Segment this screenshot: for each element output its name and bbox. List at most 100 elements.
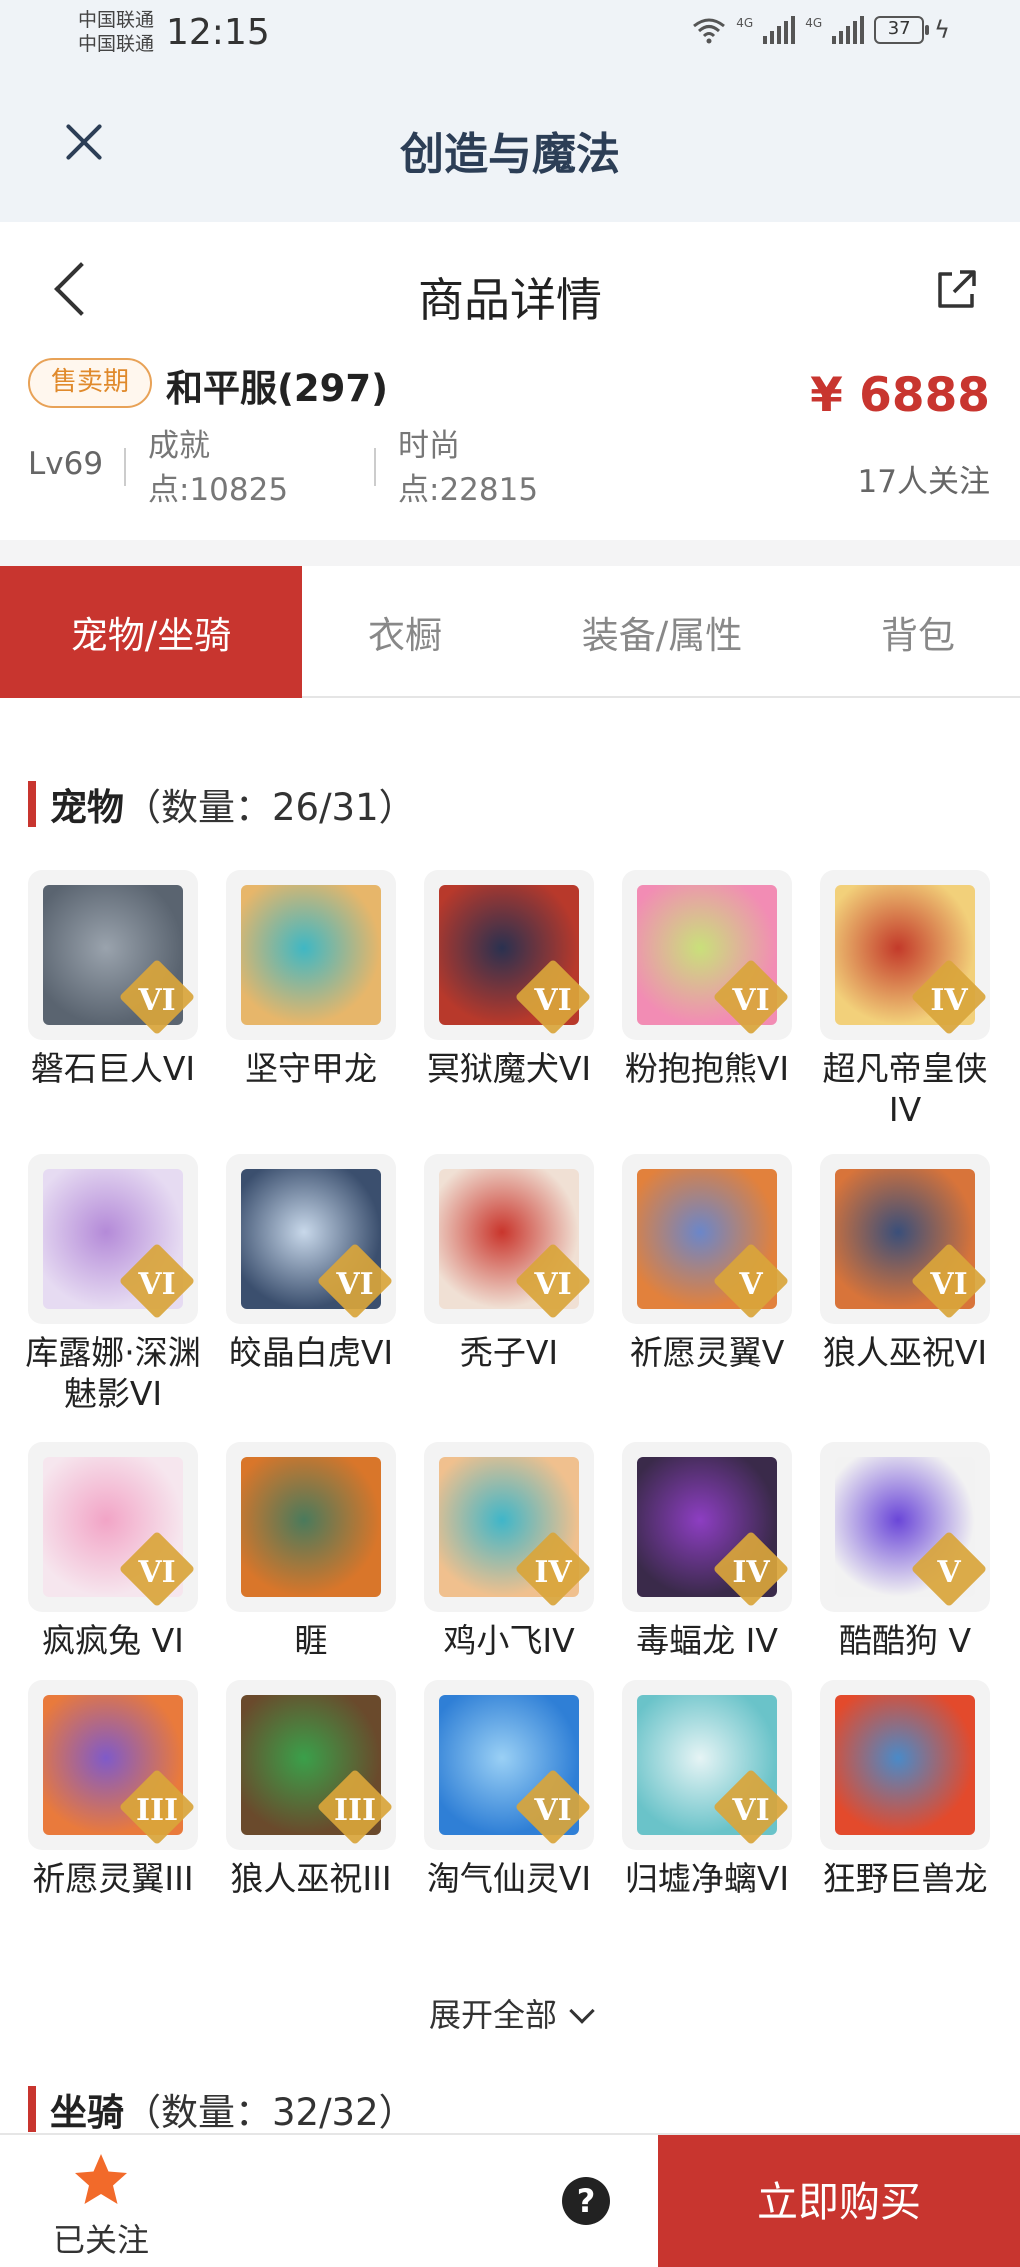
tab-backpack[interactable]: 背包 <box>816 566 1020 698</box>
pet-card[interactable]: V 祈愿灵翼V <box>622 1154 792 1373</box>
pet-name: 祈愿灵翼III <box>32 1859 194 1898</box>
divider <box>374 448 376 486</box>
pet-card[interactable]: IV 超凡帝皇侠IV <box>820 870 990 1130</box>
pet-image: VI <box>622 870 792 1040</box>
pet-image: IV <box>622 1442 792 1612</box>
fashion-label: 时尚 <box>398 428 460 464</box>
charging-icon: ϟ <box>934 16 950 44</box>
pet-image <box>226 870 396 1040</box>
status-badge: 售卖期 <box>28 358 152 408</box>
pet-name: 淘气仙灵VI <box>426 1859 592 1898</box>
pet-art <box>241 885 381 1025</box>
product-info: 售卖期 和平服(297) ¥ 6888 Lv69 成就 点:10825 时尚 点… <box>0 352 1020 540</box>
price: ¥ 6888 <box>810 368 990 423</box>
favorite-label: 已关注 <box>52 2221 149 2259</box>
pet-image: VI <box>28 870 198 1040</box>
pet-image: VI <box>424 1154 594 1324</box>
pet-image <box>820 1680 990 1850</box>
achievement-value: 点:10825 <box>148 472 289 508</box>
pet-name: 磐石巨人VI <box>30 1049 196 1088</box>
section-accent-bar <box>28 2086 36 2132</box>
carrier-info: 中国联通 中国联通 <box>78 8 154 56</box>
section-count: （数量：32/32） <box>124 2091 416 2134</box>
grade-label: IV <box>930 983 968 1018</box>
grade-label: VI <box>930 1267 968 1302</box>
status-icons: 4G 4G 37 ϟ <box>692 16 950 44</box>
pet-card[interactable]: VI 淘气仙灵VI <box>424 1680 594 1899</box>
section-count: （数量：26/31） <box>124 786 416 829</box>
pet-card[interactable]: V 酷酷狗 V <box>820 1442 990 1661</box>
section-divider <box>0 540 1020 566</box>
pet-card[interactable]: IV 毒蝠龙 IV <box>622 1442 792 1661</box>
bottom-bar: 已关注 ? 立即购买 <box>0 2133 1020 2267</box>
favorite-button[interactable]: 已关注 <box>42 2151 160 2261</box>
pet-name: 酷酷狗 V <box>838 1621 972 1660</box>
pet-card[interactable]: VI 磐石巨人VI <box>28 870 198 1089</box>
grade-label: VI <box>138 1555 176 1590</box>
tab-equipment[interactable]: 装备/属性 <box>508 566 816 698</box>
pet-image: VI <box>622 1680 792 1850</box>
pet-image: VI <box>820 1154 990 1324</box>
pet-card[interactable]: VI 狼人巫祝VI <box>820 1154 990 1373</box>
pet-card[interactable]: VI 库露娜·深渊魅影VI <box>25 1154 201 1414</box>
signal-icon-2 <box>832 16 865 44</box>
buy-now-button[interactable]: 立即购买 <box>658 2135 1020 2267</box>
pet-name: 鸡小飞IV <box>443 1621 575 1660</box>
pet-card[interactable]: 睚 <box>226 1442 396 1661</box>
star-icon <box>75 2154 127 2204</box>
pet-card[interactable]: IV 鸡小飞IV <box>424 1442 594 1661</box>
pet-card[interactable]: 狂野巨兽龙 <box>820 1680 990 1899</box>
grade-label: III <box>333 1793 377 1828</box>
pet-card[interactable]: III 祈愿灵翼III <box>28 1680 198 1899</box>
network-type-2: 4G <box>805 16 823 30</box>
battery-icon: 37 <box>874 16 930 44</box>
mounts-section-title: 坐骑 （数量：32/32） <box>28 2082 416 2136</box>
achievement-points: 成就 点:10825 <box>148 424 288 512</box>
chevron-down-icon <box>569 1998 595 2024</box>
pet-card[interactable]: VI 疯疯兔 VI <box>28 1442 198 1661</box>
divider <box>124 448 126 486</box>
pet-card[interactable]: VI 归墟净螭VI <box>622 1680 792 1899</box>
pet-name: 祈愿灵翼V <box>629 1333 785 1372</box>
pet-card[interactable]: VI 粉抱抱熊VI <box>622 870 792 1089</box>
expand-all-button[interactable]: 展开全部 <box>0 1990 1020 2036</box>
pet-card[interactable]: VI 秃子VI <box>424 1154 594 1373</box>
section-name: 宠物 <box>50 786 124 829</box>
signal-icon-1 <box>763 16 796 44</box>
share-icon[interactable] <box>932 266 980 314</box>
pet-card[interactable]: VI 冥狱魔犬VI <box>424 870 594 1089</box>
pet-image: V <box>820 1442 990 1612</box>
section-name: 坐骑 <box>50 2091 124 2134</box>
carrier-2: 中国联通 <box>78 33 155 55</box>
pet-image: IV <box>424 1442 594 1612</box>
pet-name: 疯疯兔 VI <box>42 1621 184 1660</box>
grade-label: VI <box>534 1793 572 1828</box>
follower-count: 17人关注 <box>857 464 990 500</box>
pet-name: 坚守甲龙 <box>245 1049 377 1088</box>
tab-wardrobe[interactable]: 衣橱 <box>302 566 508 698</box>
grade-label: IV <box>732 1555 770 1590</box>
question-icon[interactable]: ? <box>562 2177 610 2225</box>
tab-bar: 宠物/坐骑 衣橱 装备/属性 背包 <box>0 566 1020 698</box>
pet-card[interactable]: 坚守甲龙 <box>226 870 396 1089</box>
app-title: 创造与魔法 <box>400 129 620 180</box>
grade-label: VI <box>732 1793 770 1828</box>
status-time: 12:15 <box>166 12 270 53</box>
pet-name: 库露娜·深渊魅影VI <box>25 1333 201 1413</box>
pet-image <box>226 1442 396 1612</box>
pet-name: 睚 <box>294 1621 328 1660</box>
pet-name: 狂野巨兽龙 <box>822 1859 988 1898</box>
pet-name: 冥狱魔犬VI <box>426 1049 592 1088</box>
tab-pets-mounts[interactable]: 宠物/坐骑 <box>0 566 302 698</box>
pet-image: VI <box>28 1442 198 1612</box>
pet-name: 超凡帝皇侠IV <box>822 1049 988 1129</box>
grade-label: VI <box>138 983 176 1018</box>
pet-card[interactable]: III 狼人巫祝III <box>226 1680 396 1899</box>
pets-section-title: 宠物 （数量：26/31） <box>28 777 416 831</box>
pet-image: VI <box>28 1154 198 1324</box>
wifi-icon <box>693 18 726 44</box>
pet-art <box>835 1695 975 1835</box>
pet-name: 毒蝠龙 IV <box>636 1621 778 1660</box>
grade-label: VI <box>138 1267 176 1302</box>
pet-card[interactable]: VI 皎晶白虎VI <box>226 1154 396 1373</box>
